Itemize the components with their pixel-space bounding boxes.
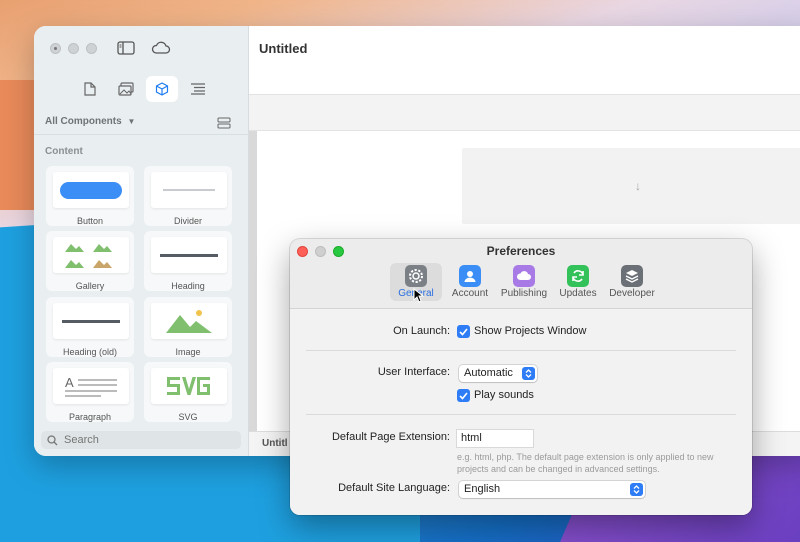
components-tab[interactable] xyxy=(146,76,178,102)
checkmark-icon xyxy=(459,327,468,336)
page-icon xyxy=(84,82,96,96)
play-sounds-label: Play sounds xyxy=(474,389,534,401)
gallery-thumbnail xyxy=(53,237,129,273)
select-value: English xyxy=(464,483,501,495)
component-label: Heading xyxy=(171,281,205,291)
show-projects-checkbox[interactable] xyxy=(457,325,470,338)
svg-text:A: A xyxy=(65,375,74,390)
arrow-down-icon: ↓ xyxy=(635,179,641,193)
mouse-pointer-icon xyxy=(413,287,425,308)
default-page-extension-label: Default Page Extension: xyxy=(331,431,450,443)
component-heading-old[interactable]: Heading (old) xyxy=(46,297,134,357)
tab-account[interactable]: Account xyxy=(444,263,496,301)
user-interface-label: User Interface: xyxy=(377,366,450,378)
sidebar: All Components ▼ Content Button Divider xyxy=(34,26,249,456)
default-page-extension-field[interactable]: html xyxy=(457,430,533,447)
sidebar-tabs xyxy=(74,76,214,102)
heading-thumbnail xyxy=(151,237,227,273)
window-title: Preferences xyxy=(486,244,556,258)
component-label: Image xyxy=(175,347,201,357)
image-thumbnail xyxy=(151,303,227,339)
component-filter-dropdown[interactable]: All Components ▼ xyxy=(45,116,135,127)
component-label: Gallery xyxy=(75,281,105,291)
zoom-button[interactable] xyxy=(86,43,97,54)
search-icon xyxy=(47,434,58,445)
chevron-updown-icon xyxy=(522,367,535,380)
component-label: Divider xyxy=(173,216,202,226)
show-projects-label: Show Projects Window xyxy=(474,325,587,337)
on-launch-label: On Launch: xyxy=(393,325,450,337)
outline-tab[interactable] xyxy=(182,76,214,102)
tab-publishing[interactable]: Publishing xyxy=(498,263,550,301)
editor-subbar xyxy=(249,95,800,131)
default-site-language-select[interactable]: English xyxy=(459,481,645,498)
preferences-body: On Launch: Show Projects Window User Int… xyxy=(290,309,752,515)
search-field[interactable] xyxy=(41,431,241,449)
person-icon xyxy=(459,265,481,287)
paragraph-thumbnail: A xyxy=(53,368,129,404)
search-input[interactable] xyxy=(64,434,224,446)
refresh-icon xyxy=(567,265,589,287)
chevron-down-icon: ▼ xyxy=(127,117,136,126)
canvas-ruler xyxy=(249,131,257,431)
filter-label: All Components xyxy=(45,116,122,127)
close-button[interactable] xyxy=(50,43,61,54)
tab-updates[interactable]: Updates xyxy=(552,263,604,301)
tab-developer[interactable]: Developer xyxy=(606,263,658,301)
tab-label: Publishing xyxy=(500,288,548,299)
gear-icon xyxy=(405,265,427,287)
tab-label: Updates xyxy=(559,288,597,299)
component-gallery[interactable]: Gallery xyxy=(46,231,134,291)
tab-label: Developer xyxy=(609,288,655,299)
cloud-icon xyxy=(513,265,535,287)
component-label: SVG xyxy=(178,412,198,422)
play-sounds-checkbox[interactable] xyxy=(457,389,470,402)
default-site-language-label: Default Site Language: xyxy=(338,482,450,494)
cube-icon xyxy=(155,82,169,96)
component-svg[interactable]: SVG xyxy=(144,362,232,422)
section-label: Content xyxy=(45,146,83,157)
divider-thumbnail xyxy=(151,172,227,208)
user-interface-select[interactable]: Automatic xyxy=(459,365,537,382)
media-tab[interactable] xyxy=(110,76,142,102)
checkmark-icon xyxy=(459,391,468,400)
component-button[interactable]: Button xyxy=(46,166,134,226)
drop-zone[interactable]: ↓ xyxy=(462,148,800,224)
heading-old-thumbnail xyxy=(53,303,129,339)
sidebar-toggle-icon[interactable] xyxy=(116,38,136,58)
component-label: Button xyxy=(76,216,104,226)
chevron-updown-icon xyxy=(630,483,643,496)
preferences-window: Preferences General Account Publishing U… xyxy=(290,239,752,515)
component-label: Paragraph xyxy=(68,412,112,422)
layout-toggle-icon[interactable] xyxy=(217,116,231,129)
layers-icon xyxy=(621,265,643,287)
photos-icon xyxy=(118,82,134,96)
minimize-button[interactable] xyxy=(68,43,79,54)
cloud-icon[interactable] xyxy=(151,38,171,58)
extension-hint: e.g. html, php. The default page extensi… xyxy=(457,452,714,474)
tab-label: Account xyxy=(451,288,489,299)
component-label: Heading (old) xyxy=(62,347,118,357)
svg-logo-icon xyxy=(167,377,210,395)
button-thumbnail xyxy=(53,172,129,208)
component-image[interactable]: Image xyxy=(144,297,232,357)
component-divider[interactable]: Divider xyxy=(144,166,232,226)
document-title: Untitled xyxy=(259,41,308,56)
svg-thumbnail xyxy=(151,368,227,404)
preferences-tabs: General Account Publishing Updates Devel… xyxy=(390,263,658,301)
select-value: Automatic xyxy=(464,367,513,379)
pages-tab[interactable] xyxy=(74,76,106,102)
component-heading[interactable]: Heading xyxy=(144,231,232,291)
list-icon xyxy=(191,83,205,95)
component-paragraph[interactable]: A Paragraph xyxy=(46,362,134,422)
